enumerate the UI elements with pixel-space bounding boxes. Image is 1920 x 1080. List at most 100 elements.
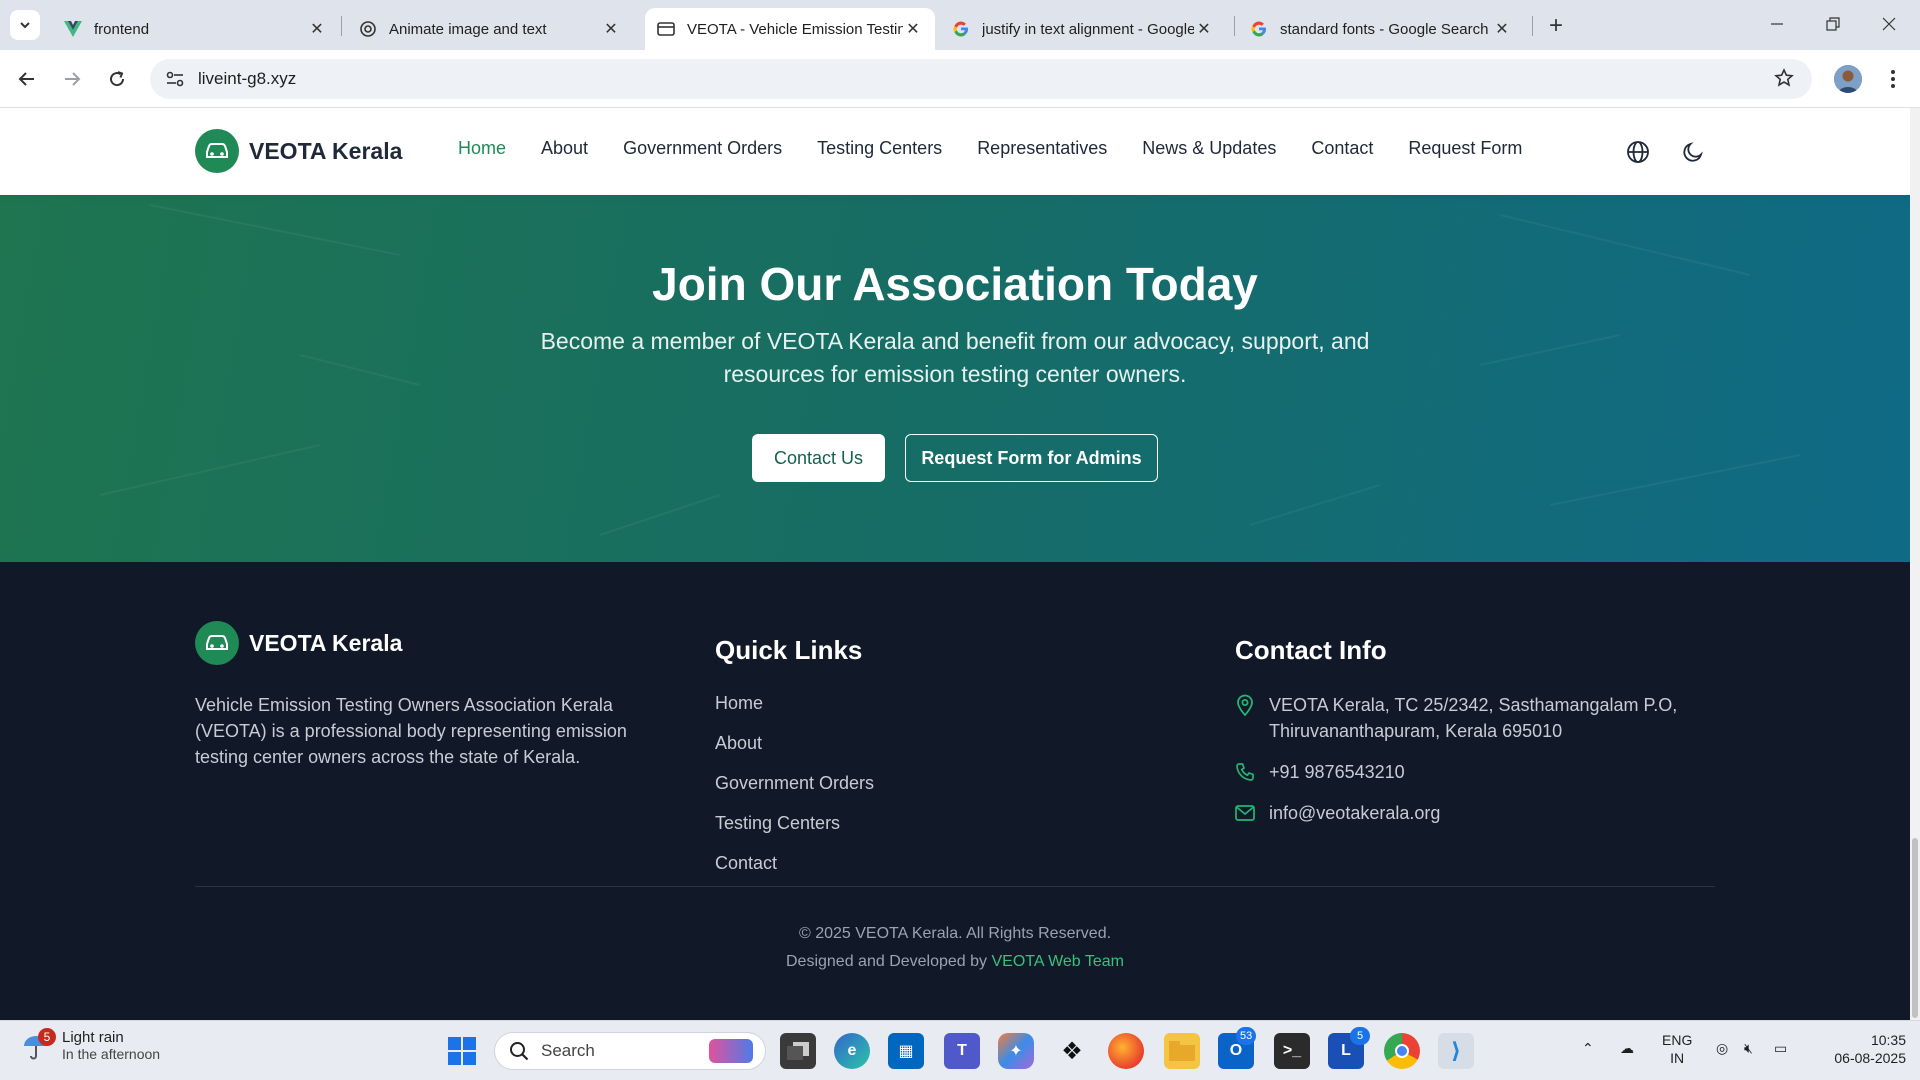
arrow-left-icon xyxy=(18,72,34,86)
brand-logo[interactable]: VEOTA Kerala xyxy=(195,129,402,173)
clock-date: 06-08-2025 xyxy=(1834,1050,1906,1066)
tray-chevron-up-icon[interactable]: ⌃ xyxy=(1582,1039,1594,1057)
scrollbar-thumb[interactable] xyxy=(1912,838,1918,1018)
credit-team-link[interactable]: VEOTA Web Team xyxy=(991,953,1124,970)
email-text[interactable]: info@veotakerala.org xyxy=(1269,800,1440,826)
tab-divider xyxy=(341,16,342,36)
phone-icon xyxy=(1235,759,1255,785)
copilot-app-icon[interactable]: ✦ xyxy=(998,1033,1034,1069)
nav-government-orders[interactable]: Government Orders xyxy=(623,138,782,159)
close-icon[interactable]: ✕ xyxy=(903,19,923,39)
taskbar-search[interactable]: Search xyxy=(494,1032,766,1070)
footer-link-contact[interactable]: Contact xyxy=(715,853,874,893)
close-window-button[interactable] xyxy=(1866,8,1912,40)
contact-info-heading: Contact Info xyxy=(1235,635,1387,665)
terminal-icon[interactable]: >_ xyxy=(1274,1033,1310,1069)
onedrive-icon[interactable]: ☁ xyxy=(1620,1039,1634,1057)
lens-badge: 5 xyxy=(1350,1027,1370,1045)
tab-title: VEOTA - Vehicle Emission Testing xyxy=(687,20,903,38)
tab-frontend[interactable]: frontend ✕ xyxy=(52,8,339,50)
clock-time: 10:35 xyxy=(1870,1032,1906,1048)
new-tab-button[interactable]: + xyxy=(1542,12,1570,40)
reload-icon xyxy=(110,71,125,87)
google-icon xyxy=(952,20,970,38)
task-view-icon[interactable] xyxy=(780,1033,816,1069)
forward-button[interactable] xyxy=(55,62,89,96)
nav-about[interactable]: About xyxy=(541,138,588,159)
request-form-admins-button[interactable]: Request Form for Admins xyxy=(905,434,1158,482)
plus-icon: + xyxy=(1548,12,1563,39)
phone-text[interactable]: +91 9876543210 xyxy=(1269,759,1405,785)
language-indicator[interactable]: ENG IN xyxy=(1662,1031,1692,1067)
join-cta-section: Join Our Association Today Become a memb… xyxy=(0,195,1910,562)
store-icon[interactable]: ▦ xyxy=(888,1033,924,1069)
site-settings-icon[interactable] xyxy=(164,68,186,90)
site-footer: VEOTA Kerala Vehicle Emission Testing Ow… xyxy=(0,562,1910,1020)
quick-links-list: Home About Government Orders Testing Cen… xyxy=(715,693,874,893)
minimize-button[interactable] xyxy=(1754,8,1800,40)
search-icon xyxy=(510,1042,529,1061)
teams-icon[interactable]: T xyxy=(944,1033,980,1069)
tab-divider xyxy=(1234,16,1235,36)
file-explorer-icon[interactable] xyxy=(1164,1033,1200,1069)
language-globe-icon[interactable] xyxy=(1624,138,1652,166)
site-header: VEOTA Kerala Home About Government Order… xyxy=(0,108,1910,195)
battery-icon[interactable]: ▭ xyxy=(1774,1039,1787,1057)
avatar-icon xyxy=(1834,65,1862,93)
footer-link-testing-centers[interactable]: Testing Centers xyxy=(715,813,874,853)
restore-button[interactable] xyxy=(1810,8,1856,40)
edge-icon[interactable]: e xyxy=(834,1033,870,1069)
vscode-icon[interactable]: ⟩ xyxy=(1438,1033,1474,1069)
nav-representatives[interactable]: Representatives xyxy=(977,138,1107,159)
firefox-icon[interactable] xyxy=(1108,1033,1144,1069)
nav-home[interactable]: Home xyxy=(458,138,506,159)
reload-button[interactable] xyxy=(100,62,134,96)
close-icon[interactable]: ✕ xyxy=(1194,19,1214,39)
car-icon xyxy=(195,129,239,173)
footer-link-government-orders[interactable]: Government Orders xyxy=(715,773,874,813)
close-icon[interactable]: ✕ xyxy=(307,19,327,39)
contact-us-button[interactable]: Contact Us xyxy=(752,434,885,482)
dark-mode-moon-icon[interactable] xyxy=(1679,138,1707,166)
mail-icon xyxy=(1235,800,1255,826)
brand-name: VEOTA Kerala xyxy=(249,137,403,164)
tab-title: frontend xyxy=(94,20,150,38)
footer-brand[interactable]: VEOTA Kerala xyxy=(195,621,402,665)
chrome-icon[interactable] xyxy=(1384,1033,1420,1069)
cta-title: Join Our Association Today xyxy=(652,258,1258,310)
page-scrollbar[interactable] xyxy=(1910,108,1920,1020)
network-globe-icon[interactable]: ◎ xyxy=(1716,1039,1728,1057)
bookmark-star-icon[interactable] xyxy=(1774,68,1794,93)
rain-umbrella-icon: 5 xyxy=(20,1027,56,1062)
close-icon[interactable]: ✕ xyxy=(1492,19,1512,39)
volume-muted-icon[interactable]: 🔇︎ xyxy=(1744,1039,1753,1057)
tab-fonts-search[interactable]: standard fonts - Google Search ✕ xyxy=(1238,8,1524,50)
car-icon xyxy=(195,621,239,665)
profile-avatar[interactable] xyxy=(1834,65,1862,93)
tab-justify-search[interactable]: justify in text alignment - Google Searc… xyxy=(940,8,1226,50)
nav-testing-centers[interactable]: Testing Centers xyxy=(817,138,942,159)
nav-request-form[interactable]: Request Form xyxy=(1408,138,1522,159)
dropbox-icon[interactable]: ❖ xyxy=(1054,1033,1090,1069)
tab-search-button[interactable] xyxy=(10,10,40,40)
footer-link-home[interactable]: Home xyxy=(715,693,874,733)
weather-badge: 5 xyxy=(38,1027,56,1046)
tab-animate[interactable]: Animate image and text ✕ xyxy=(347,8,633,50)
url-text[interactable]: liveint-g8.xyz xyxy=(198,69,296,89)
contact-info-list: VEOTA Kerala, TC 25/2342, Sasthamangalam… xyxy=(1235,692,1755,841)
browser-menu-button[interactable] xyxy=(1880,64,1906,94)
tab-divider xyxy=(1532,16,1533,36)
contact-email: info@veotakerala.org xyxy=(1235,800,1755,826)
start-icon[interactable] xyxy=(448,1037,476,1065)
nav-news-updates[interactable]: News & Updates xyxy=(1142,138,1276,159)
back-button[interactable] xyxy=(10,62,44,96)
copilot-icon xyxy=(709,1039,753,1063)
footer-link-about[interactable]: About xyxy=(715,733,874,773)
system-clock[interactable]: 10:35 06-08-2025 xyxy=(1810,1031,1906,1067)
close-icon[interactable]: ✕ xyxy=(601,19,621,39)
weather-widget[interactable]: 5 Light rain In the afternoon xyxy=(20,1027,160,1062)
nav-contact[interactable]: Contact xyxy=(1311,138,1373,159)
cta-subtitle: Become a member of VEOTA Kerala and bene… xyxy=(540,328,1370,387)
tab-veota[interactable]: VEOTA - Vehicle Emission Testing ✕ xyxy=(645,8,935,50)
address-bar[interactable]: liveint-g8.xyz xyxy=(150,59,1812,99)
